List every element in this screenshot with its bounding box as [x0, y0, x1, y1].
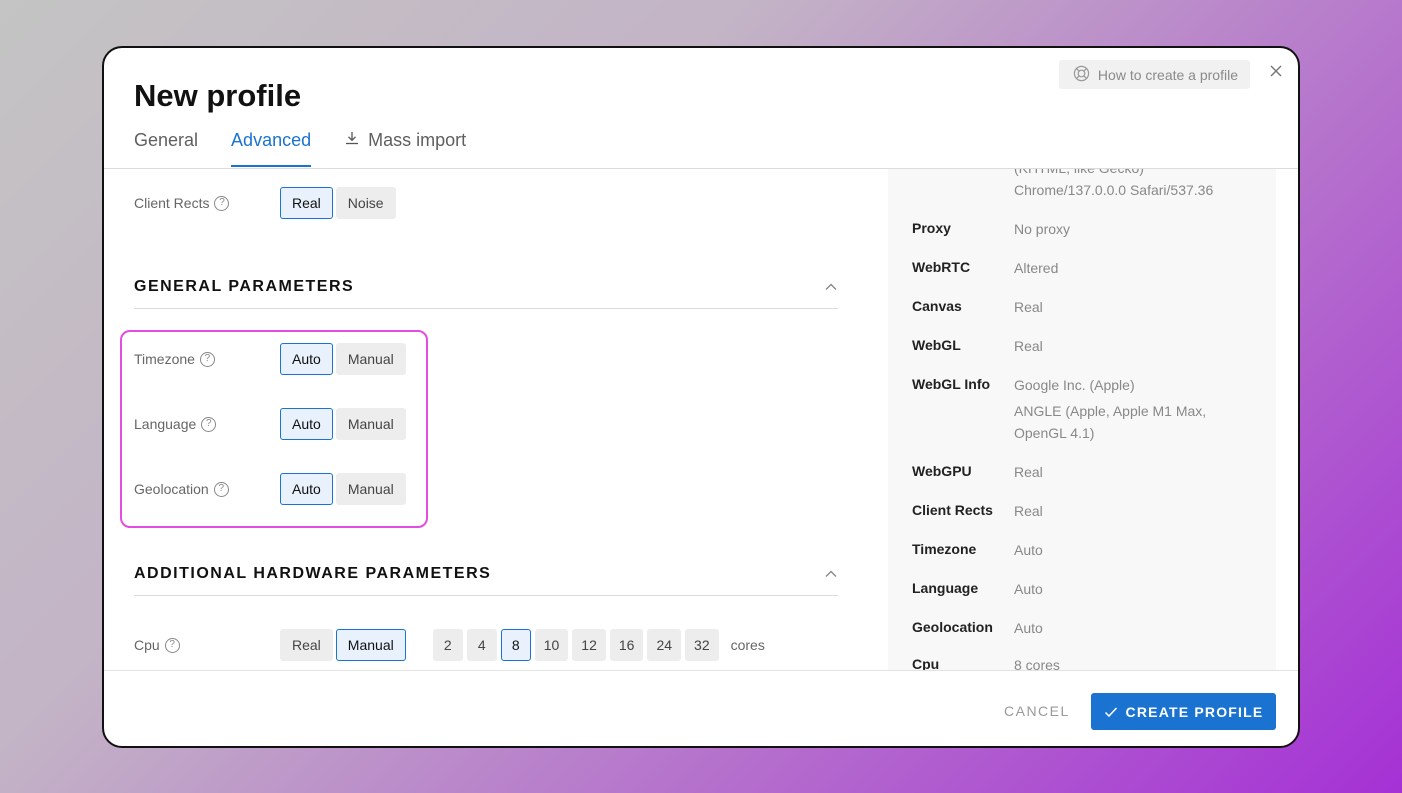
tab-advanced-label: Advanced [231, 130, 312, 150]
cores-unit-label: cores [730, 637, 765, 653]
core-option-32[interactable]: 32 [685, 629, 719, 661]
help-icon[interactable]: ? [199, 351, 215, 367]
tab-advanced[interactable]: Advanced [231, 130, 312, 167]
tab-general[interactable]: General [134, 130, 198, 167]
summary-key: Canvas [912, 298, 962, 314]
language-auto-button[interactable]: Auto [280, 408, 333, 440]
summary-value: Auto [1014, 542, 1043, 558]
tab-mass-import[interactable]: Mass import [344, 130, 466, 167]
core-option-16[interactable]: 16 [609, 629, 644, 661]
timezone-toggle: Auto Manual [280, 343, 406, 375]
cpu-row: Cpu ? Real Manual 2 4 8 10 12 16 24 32 c… [134, 629, 765, 661]
summary-value: Real [1014, 464, 1043, 480]
geolocation-label: Geolocation ? [134, 481, 280, 497]
summary-value: Auto [1014, 581, 1043, 597]
cpu-label: Cpu ? [134, 637, 280, 653]
summary-value: Real [1014, 299, 1043, 315]
timezone-row: Timezone ? Auto Manual [134, 343, 406, 375]
language-manual-button[interactable]: Manual [335, 408, 406, 440]
geolocation-label-text: Geolocation [134, 481, 209, 497]
summary-key: WebGPU [912, 463, 972, 479]
cpu-manual-button[interactable]: Manual [335, 629, 406, 661]
core-option-12[interactable]: 12 [572, 629, 606, 661]
general-parameters-title: GENERAL PARAMETERS [134, 278, 355, 295]
cpu-real-button[interactable]: Real [280, 629, 333, 661]
dialog-title: New profile [134, 78, 302, 113]
language-toggle: Auto Manual [280, 408, 406, 440]
geolocation-manual-button[interactable]: Manual [335, 473, 406, 505]
create-profile-button[interactable]: CREATE PROFILE [1091, 693, 1276, 730]
close-icon[interactable] [1268, 63, 1284, 79]
timezone-label-text: Timezone [134, 351, 195, 367]
geolocation-row: Geolocation ? Auto Manual [134, 473, 406, 505]
summary-key: Cpu [912, 656, 940, 670]
language-label-text: Language [134, 416, 197, 432]
download-icon [344, 130, 360, 151]
how-to-create-profile-label: How to create a profile [1097, 66, 1238, 83]
cpu-toggle: Real Manual [280, 629, 406, 661]
cpu-cores-selector: 2 4 8 10 12 16 24 32 [432, 629, 719, 661]
client-rects-noise-button[interactable]: Noise [335, 187, 396, 219]
check-icon [1104, 706, 1117, 717]
summary-value: Auto [1014, 620, 1043, 636]
how-to-create-profile-button[interactable]: How to create a profile [1058, 60, 1250, 89]
new-profile-dialog: How to create a profile New profile Gene… [102, 46, 1300, 748]
language-label: Language ? [134, 416, 280, 432]
additional-hardware-header[interactable]: ADDITIONAL HARDWARE PARAMETERS [134, 565, 838, 596]
summary-key: Timezone [912, 541, 977, 557]
tab-bar: General Advanced Mass import [134, 130, 466, 167]
settings-panel[interactable]: Client Rects ? Real Noise GENERAL PARAME… [104, 169, 884, 670]
help-icon[interactable]: ? [201, 416, 217, 432]
lifebuoy-icon [1073, 65, 1090, 85]
summary-key: Language [912, 580, 979, 596]
timezone-auto-button[interactable]: Auto [280, 343, 333, 375]
geolocation-toggle: Auto Manual [280, 473, 406, 505]
summary-value-detail: ANGLE (Apple, Apple M1 Max, OpenGL 4.1) [1014, 403, 1207, 441]
summary-useragent-line-2: Chrome/137.0.0.0 Safari/537.36 [1014, 182, 1214, 198]
core-option-24[interactable]: 24 [647, 629, 682, 661]
tab-mass-import-label: Mass import [368, 130, 467, 150]
summary-key: Proxy [912, 220, 951, 236]
chevron-up-icon[interactable] [824, 567, 838, 581]
summary-key: WebGL [912, 337, 961, 353]
summary-key: WebGL Info [912, 376, 991, 392]
summary-key: Client Rects [912, 502, 993, 518]
summary-useragent-line-1: (KHTML, like Gecko) [1014, 169, 1244, 179]
summary-value: Real [1014, 338, 1043, 354]
summary-key: Geolocation [912, 619, 993, 635]
tab-general-label: General [134, 130, 199, 150]
summary-value: Altered [1014, 260, 1059, 276]
core-option-2[interactable]: 2 [432, 629, 463, 661]
create-profile-label: CREATE PROFILE [1125, 703, 1264, 720]
client-rects-real-button[interactable]: Real [280, 187, 333, 219]
core-option-8[interactable]: 8 [500, 629, 531, 661]
profile-summary-panel[interactable]: (KHTML, like Gecko) Chrome/137.0.0.0 Saf… [888, 169, 1276, 670]
language-row: Language ? Auto Manual [134, 408, 406, 440]
additional-hardware-title: ADDITIONAL HARDWARE PARAMETERS [134, 565, 492, 582]
summary-value: No proxy [1014, 221, 1071, 237]
general-parameters-header[interactable]: GENERAL PARAMETERS [134, 278, 838, 309]
summary-value: 8 cores [1014, 657, 1060, 670]
core-option-10[interactable]: 10 [534, 629, 569, 661]
timezone-label: Timezone ? [134, 351, 280, 367]
client-rects-toggle: Real Noise [280, 187, 396, 219]
help-icon[interactable]: ? [164, 637, 180, 653]
summary-value: Google Inc. (Apple) [1014, 377, 1135, 393]
client-rects-row: Client Rects ? Real Noise [134, 187, 396, 219]
timezone-manual-button[interactable]: Manual [335, 343, 406, 375]
summary-value: Real [1014, 503, 1043, 519]
client-rects-label-text: Client Rects [134, 195, 210, 211]
client-rects-label: Client Rects ? [134, 195, 280, 211]
geolocation-auto-button[interactable]: Auto [280, 473, 333, 505]
summary-key: WebRTC [912, 259, 971, 275]
core-option-4[interactable]: 4 [466, 629, 497, 661]
cpu-label-text: Cpu [134, 637, 160, 653]
help-icon[interactable]: ? [213, 481, 229, 497]
help-icon[interactable]: ? [214, 195, 230, 211]
cancel-button[interactable]: CANCEL [1004, 700, 1070, 722]
chevron-up-icon[interactable] [824, 280, 838, 294]
footer-divider [104, 670, 1298, 671]
